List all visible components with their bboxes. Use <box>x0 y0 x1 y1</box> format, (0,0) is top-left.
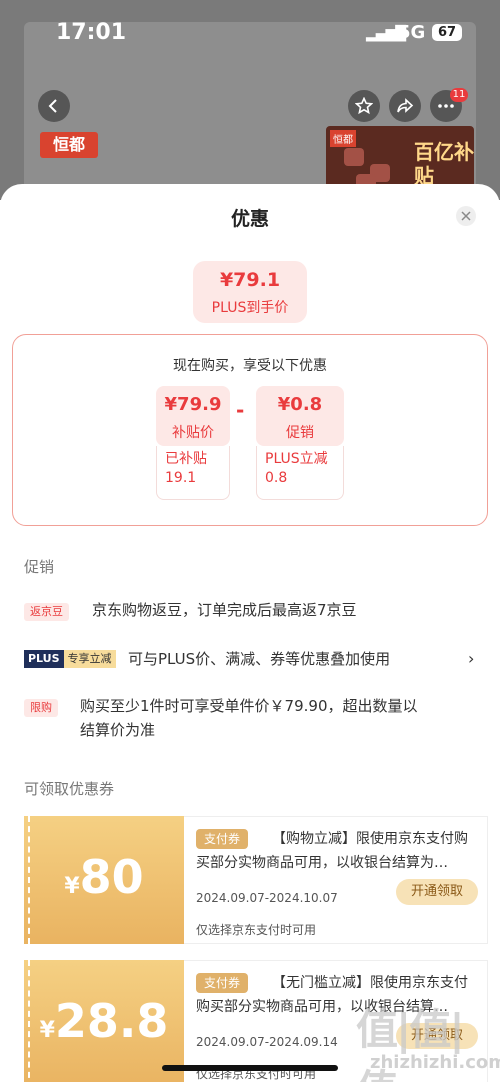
coupon-value: 28.8 <box>54 994 169 1048</box>
promotion-detail-label: PLUS立减 <box>265 451 328 467</box>
coupons-section-title: 可领取优惠券 <box>24 780 115 798</box>
chevron-right-icon[interactable]: › <box>468 649 474 668</box>
plus-price: ¥79.1 <box>219 269 281 291</box>
status-time: 17:01 <box>56 20 127 45</box>
coupon-validity: 2024.09.07-2024.09.14 <box>196 1035 338 1049</box>
chevron-left-icon <box>48 99 57 113</box>
purchase-limit-text: 购买至少1件时可享受单件价￥79.90，超出数量以 结算价为准 <box>80 694 480 742</box>
claim-button[interactable]: 开通领取 <box>396 879 478 905</box>
coupon-title: 【购物立减】限使用京东支付购买部分实物商品可用，以收银台结算为… <box>196 831 468 871</box>
coupon-validity: 2024.09.07-2024.10.07 <box>196 891 338 905</box>
promo-brand-tag: 恒都 <box>330 130 356 147</box>
purchase-limit-tag: 限购 <box>24 699 58 717</box>
plus-price-box: ¥79.1 PLUS到手价 <box>193 261 307 323</box>
coupon-card: ¥80 支付券 【购物立减】限使用京东支付购买部分实物商品可用，以收银台结算为…… <box>24 816 488 944</box>
coupon-value: 80 <box>79 850 144 904</box>
promotion-label: 促销 <box>286 425 314 441</box>
share-button[interactable] <box>389 90 421 122</box>
home-indicator[interactable] <box>162 1065 338 1071</box>
close-button[interactable] <box>456 206 476 226</box>
watermark: 值|值|值 zhizhizhi.com <box>356 996 500 1082</box>
coupon-detail-panel: 支付券 【购物立减】限使用京东支付购买部分实物商品可用，以收银台结算为… 202… <box>184 816 488 944</box>
coupon-amount-panel: ¥80 <box>24 816 184 944</box>
promotion-detail: PLUS立减 0.8 <box>256 446 344 500</box>
coupon-amount-panel: ¥28.8 <box>24 960 184 1082</box>
coupon-currency: ¥ <box>64 874 80 899</box>
promotion-value: ¥0.8 <box>277 394 323 415</box>
back-button[interactable] <box>38 90 70 122</box>
purchase-limit-line1: 购买至少1件时可享受单件价￥79.90，超出数量以 <box>80 697 418 715</box>
plus-discount-text[interactable]: 可与PLUS价、满减、券等优惠叠加使用 <box>128 647 390 671</box>
subsidy-price-value: ¥79.9 <box>164 394 222 415</box>
promotion-pill: ¥0.8 促销 <box>256 386 344 446</box>
favorite-button[interactable] <box>348 90 380 122</box>
jingdou-tag: 返京豆 <box>24 603 69 621</box>
jingdou-text: 京东购物返豆，订单完成后最高返7京豆 <box>92 601 357 619</box>
subsidy-detail-label: 已补贴 <box>165 451 207 467</box>
subsidy-detail-value: 19.1 <box>165 470 197 486</box>
subsidy-detail: 已补贴 19.1 <box>156 446 230 500</box>
deal-heading: 现在购买，享受以下优惠 <box>173 358 327 374</box>
promotions-section-title: 促销 <box>24 558 55 576</box>
meat-image <box>344 148 364 166</box>
coupon-amount: ¥28.8 <box>24 994 184 1048</box>
status-bar: 17:01 ▂▄▆█ 5G 67 <box>0 0 500 60</box>
promotion-detail-value: 0.8 <box>265 470 288 486</box>
purchase-limit-line2: 结算价为准 <box>80 721 156 739</box>
subsidy-price-label: 补贴价 <box>172 425 214 441</box>
plus-tag-label: PLUS <box>24 650 64 668</box>
minus-operator: - <box>236 398 245 422</box>
watermark-url: zhizhizhi.com <box>370 1052 500 1073</box>
brand-logo: 恒都 <box>40 132 98 158</box>
notification-badge: 11 <box>450 88 468 102</box>
share-icon <box>397 98 414 113</box>
sheet-title: 优惠 <box>230 208 269 230</box>
promo-text: 百亿补贴 <box>414 140 474 188</box>
plus-discount-tag: PLUS 专享立减 <box>24 650 116 668</box>
coupon-note: 仅选择京东支付时可用 <box>196 923 317 937</box>
subsidy-price-pill: ¥79.9 补贴价 <box>156 386 230 446</box>
close-icon <box>461 211 471 221</box>
coupon-description: 【购物立减】限使用京东支付购买部分实物商品可用，以收银台结算为… <box>196 827 476 875</box>
plus-tag-sub: 专享立减 <box>63 650 116 668</box>
network-type: 5G <box>398 22 426 43</box>
coupon-currency: ¥ <box>39 1018 55 1043</box>
battery-icon: 67 <box>432 24 462 41</box>
star-icon <box>355 97 373 115</box>
plus-price-label: PLUS到手价 <box>211 300 289 316</box>
coupon-amount: ¥80 <box>24 850 184 904</box>
